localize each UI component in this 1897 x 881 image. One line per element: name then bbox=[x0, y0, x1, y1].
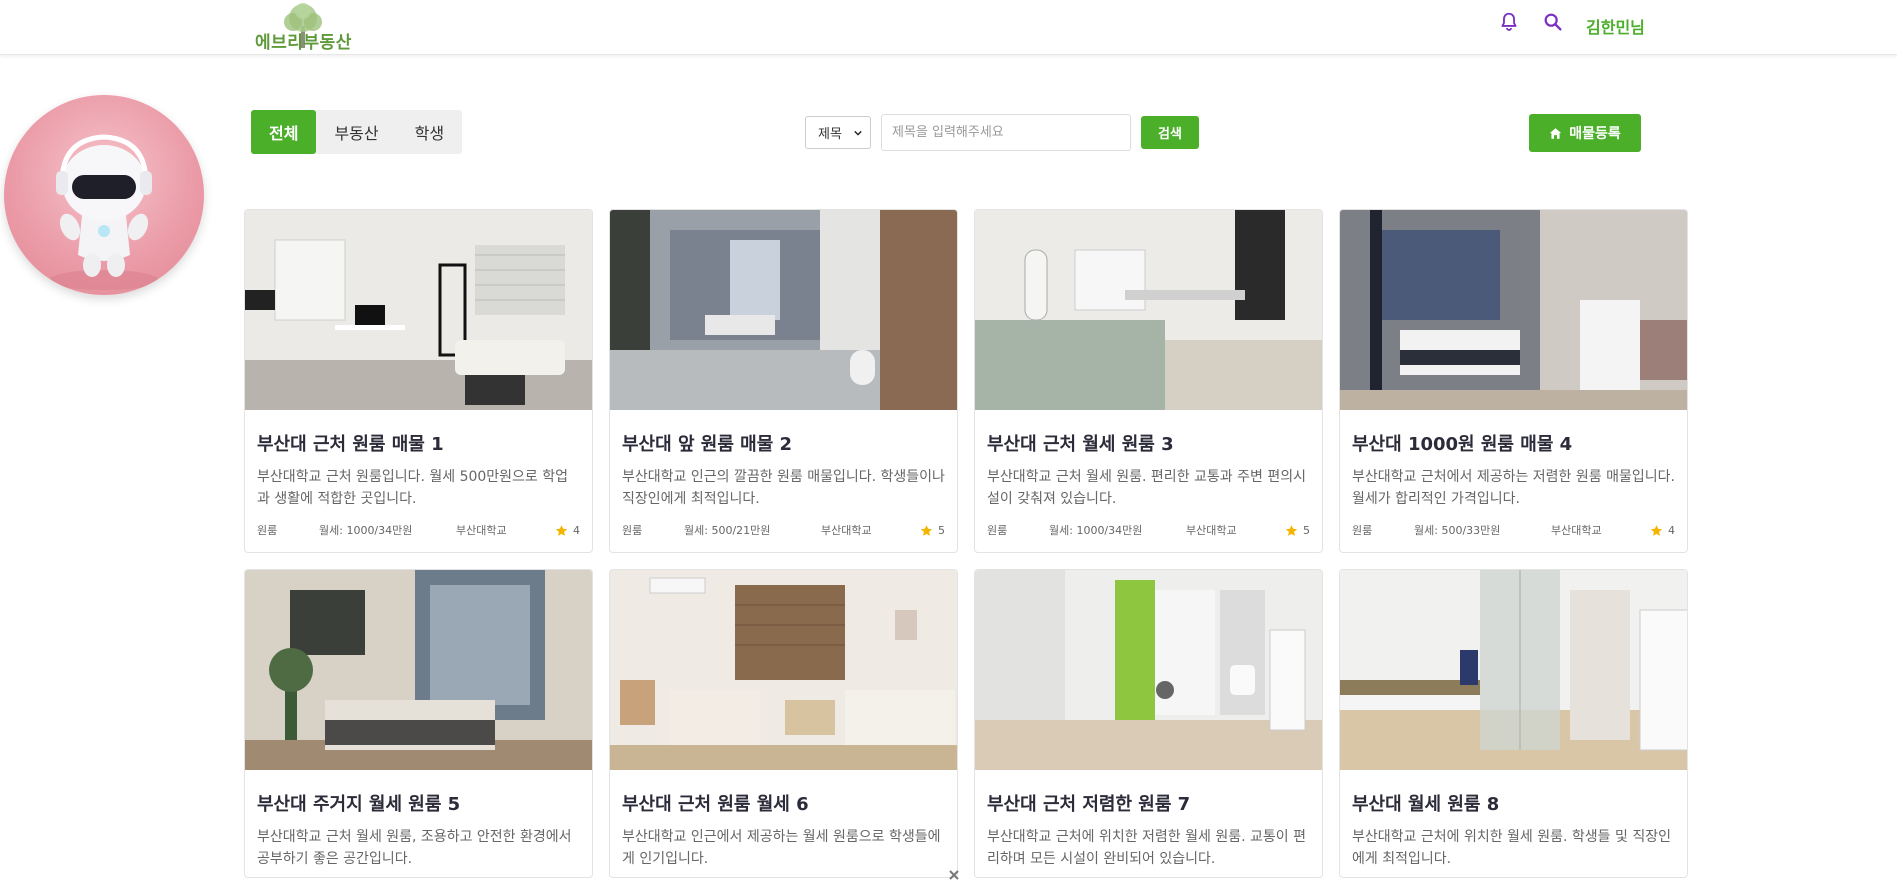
listing-card[interactable]: 부산대 근처 원룸 월세 6 부산대학교 인근에서 제공하는 월세 원룸으로 학… bbox=[609, 569, 958, 878]
listing-card[interactable]: 부산대 주거지 월세 원룸 5 부산대학교 근처 월세 원룸, 조용하고 안전한… bbox=[244, 569, 593, 878]
listing-title: 부산대 월세 원룸 8 bbox=[1352, 794, 1500, 815]
listing-title: 부산대 근처 원룸 매물 1 bbox=[257, 434, 444, 455]
listing-title: 부산대 근처 월세 원룸 3 bbox=[987, 434, 1174, 455]
listing-description: 부산대학교 근처 월세 원룸, 조용하고 안전한 환경에서 공부하기 좋은 공간… bbox=[257, 829, 572, 867]
listing-price: 월세: 1000/34만원 bbox=[1049, 524, 1143, 537]
star-icon bbox=[1650, 524, 1663, 536]
star-icon bbox=[1285, 524, 1298, 536]
listing-rating: 4 bbox=[555, 524, 580, 537]
listing-rating: 4 bbox=[1650, 524, 1675, 537]
listing-photo bbox=[245, 210, 592, 410]
listing-price: 월세: 500/33만원 bbox=[1414, 524, 1501, 537]
search-icon[interactable] bbox=[1542, 11, 1564, 33]
register-listing-button[interactable]: 매물등록 bbox=[1529, 114, 1641, 152]
listing-title: 부산대 앞 원룸 매물 2 bbox=[622, 434, 793, 455]
listing-type: 원룸 bbox=[987, 524, 1008, 537]
listing-school: 부산대학교 bbox=[821, 524, 872, 537]
rating-value: 5 bbox=[1303, 523, 1310, 537]
listing-card[interactable]: 부산대 월세 원룸 8 부산대학교 근처에 위치한 월세 원룸. 학생들 및 직… bbox=[1339, 569, 1688, 878]
search-field-select[interactable]: 제목 bbox=[805, 116, 871, 149]
listing-card[interactable]: 부산대 근처 원룸 매물 1 부산대학교 근처 원룸입니다. 월세 500만원으… bbox=[244, 209, 593, 553]
close-icon[interactable] bbox=[948, 869, 960, 881]
listing-title: 부산대 근처 저렴한 원룸 7 bbox=[987, 794, 1191, 815]
listing-card[interactable]: 부산대 앞 원룸 매물 2 부산대학교 인근의 깔끔한 원룸 매물입니다. 학생… bbox=[609, 209, 958, 553]
rating-value: 4 bbox=[1668, 523, 1675, 537]
listing-photo bbox=[975, 570, 1322, 770]
listing-photo bbox=[610, 570, 957, 770]
search-input[interactable] bbox=[881, 114, 1131, 151]
listing-photo bbox=[245, 570, 592, 770]
tab-all[interactable]: 전체 bbox=[251, 110, 317, 154]
listing-school: 부산대학교 bbox=[456, 524, 507, 537]
home-icon bbox=[1550, 127, 1562, 139]
listing-type: 원룸 bbox=[622, 524, 643, 537]
listing-description: 부산대학교 근처 월세 원룸. 편리한 교통과 주변 편의시설이 갖춰져 있습니… bbox=[987, 469, 1306, 507]
search-select-value: 제목 bbox=[818, 127, 842, 142]
listing-card[interactable]: 부산대 근처 저렴한 원룸 7 부산대학교 근처에 위치한 저렴한 월세 원룸.… bbox=[974, 569, 1323, 878]
listing-photo bbox=[975, 210, 1322, 410]
chatbot-avatar[interactable] bbox=[4, 95, 204, 295]
star-icon bbox=[555, 524, 568, 536]
bell-icon[interactable] bbox=[1498, 11, 1520, 33]
listing-description: 부산대학교 근처에서 제공하는 저렴한 원룸 매물입니다. 월세가 합리적인 가… bbox=[1352, 469, 1675, 507]
listing-school: 부산대학교 bbox=[1551, 524, 1602, 537]
user-name[interactable]: 김한민님 bbox=[1586, 14, 1645, 38]
listing-card[interactable]: 부산대 1000원 원룸 매물 4 부산대학교 근처에서 제공하는 저렴한 원룸… bbox=[1339, 209, 1688, 553]
listing-price: 월세: 500/21만원 bbox=[684, 524, 771, 537]
listing-photo bbox=[1340, 570, 1687, 770]
tab-realestate[interactable]: 부동산 bbox=[316, 110, 396, 154]
rating-value: 5 bbox=[938, 523, 945, 537]
listing-rating: 5 bbox=[920, 524, 945, 537]
listing-title: 부산대 1000원 원룸 매물 4 bbox=[1352, 434, 1573, 455]
rating-value: 4 bbox=[573, 523, 580, 537]
listing-title: 부산대 근처 원룸 월세 6 bbox=[622, 794, 809, 815]
register-label: 매물등록 bbox=[1569, 126, 1621, 142]
listing-school: 부산대학교 bbox=[1186, 524, 1237, 537]
listing-photo bbox=[1340, 210, 1687, 410]
top-header: 에브리부동산 김한민님 bbox=[0, 0, 1897, 55]
listing-description: 부산대학교 인근의 깔끔한 원룸 매물입니다. 학생들이나 직장인에게 최적입니… bbox=[622, 469, 945, 507]
listing-price: 월세: 1000/34만원 bbox=[319, 524, 413, 537]
chevron-down-icon bbox=[854, 130, 862, 136]
listing-description: 부산대학교 근처 원룸입니다. 월세 500만원으로 학업과 생활에 적합한 곳… bbox=[257, 469, 569, 507]
site-logo[interactable]: 에브리부동산 bbox=[253, 2, 353, 53]
robot-icon bbox=[49, 134, 159, 290]
listing-photo bbox=[610, 210, 957, 410]
listing-type: 원룸 bbox=[1352, 524, 1373, 537]
tab-student[interactable]: 학생 bbox=[397, 110, 462, 154]
listing-rating: 5 bbox=[1285, 524, 1310, 537]
listing-description: 부산대학교 근처에 위치한 저렴한 월세 원룸. 교통이 편리하며 모든 시설이… bbox=[987, 829, 1306, 867]
logo-text: 에브리부동산 bbox=[255, 33, 352, 53]
search-button[interactable]: 검색 bbox=[1141, 116, 1199, 149]
listing-title: 부산대 주거지 월세 원룸 5 bbox=[257, 794, 461, 815]
listing-description: 부산대학교 근처에 위치한 월세 원룸. 학생들 및 직장인에게 최적입니다. bbox=[1352, 829, 1671, 867]
star-icon bbox=[920, 524, 933, 536]
listing-type: 원룸 bbox=[257, 524, 278, 537]
listing-card[interactable]: 부산대 근처 월세 원룸 3 부산대학교 근처 월세 원룸. 편리한 교통과 주… bbox=[974, 209, 1323, 553]
category-filter: 전체 부동산 학생 bbox=[251, 110, 463, 154]
listing-description: 부산대학교 인근에서 제공하는 월세 원룸으로 학생들에게 인기입니다. bbox=[622, 829, 941, 867]
